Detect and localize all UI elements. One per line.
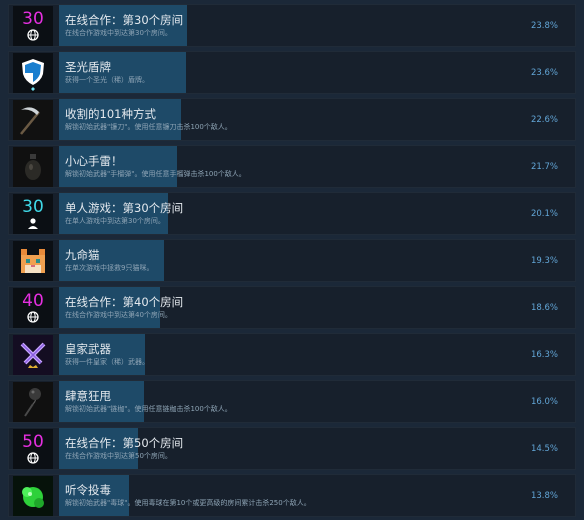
icon-number: 50 bbox=[22, 432, 44, 452]
achievement-description: 获得一件皇家（稀）武器。 bbox=[65, 358, 149, 366]
icon-number: 30 bbox=[22, 9, 44, 29]
achievement-description: 解锁初始武器"镰刀"。使用任意镰刀击杀100个敌人。 bbox=[65, 123, 232, 131]
unlock-percentage: 19.3% bbox=[530, 256, 558, 266]
unlock-percentage: 18.6% bbox=[530, 303, 558, 313]
achievement-title: 单人游戏：第30个房间 bbox=[65, 201, 184, 215]
unlock-percentage: 23.6% bbox=[530, 68, 558, 78]
achievement-title: 肆意狂甩 bbox=[65, 389, 111, 403]
achievement-title: 在线合作：第50个房间 bbox=[65, 436, 184, 450]
achievement-description: 在单人游戏中到达第30个房间。 bbox=[65, 217, 165, 225]
achievement-description: 在线合作游戏中到达第50个房间。 bbox=[65, 452, 172, 460]
grenade-icon bbox=[13, 147, 53, 187]
achievement-row[interactable]: 肆意狂甩 解锁初始武器"链枷"。使用任意链枷击杀100个敌人。 16.0% bbox=[8, 380, 576, 423]
unlock-percentage: 16.0% bbox=[530, 397, 558, 407]
achievement-description: 获得一个圣光（稀）盾牌。 bbox=[65, 76, 149, 84]
achievement-row[interactable]: 小心手雷！ 解锁初始武器"手榴弹"。使用任意手榴弹击杀100个敌人。 21.7% bbox=[8, 145, 576, 188]
achievement-row[interactable]: 圣光盾牌 获得一个圣光（稀）盾牌。 23.6% bbox=[8, 51, 576, 94]
achievement-description: 解锁初始武器"链枷"。使用任意链枷击杀100个敌人。 bbox=[65, 405, 232, 413]
achievement-list: 30 在线合作：第30个房间 在线合作游戏中到达第30个房间。 23.8% 圣光… bbox=[0, 0, 584, 520]
unlock-percentage: 22.6% bbox=[530, 115, 558, 125]
achievement-description: 在单次游戏中拯救9只猫咪。 bbox=[65, 264, 154, 272]
achievement-title: 听令投毒 bbox=[65, 483, 111, 497]
unlock-percentage: 21.7% bbox=[530, 162, 558, 172]
achievement-title: 小心手雷！ bbox=[65, 154, 123, 168]
icon-number: 30 bbox=[22, 197, 44, 217]
achievement-description: 在线合作游戏中到达第40个房间。 bbox=[65, 311, 172, 319]
achievement-row[interactable]: 30 单人游戏：第30个房间 在单人游戏中到达第30个房间。 20.1% bbox=[8, 192, 576, 235]
unlock-percentage: 16.3% bbox=[530, 350, 558, 360]
unlock-percentage: 23.8% bbox=[530, 21, 558, 31]
achievement-title: 在线合作：第30个房间 bbox=[65, 13, 184, 27]
achievement-row[interactable]: 九命猫 在单次游戏中拯救9只猫咪。 19.3% bbox=[8, 239, 576, 282]
achievement-row[interactable]: 皇家武器 获得一件皇家（稀）武器。 16.3% bbox=[8, 333, 576, 376]
poison-orb-icon bbox=[13, 476, 53, 516]
achievement-title: 皇家武器 bbox=[65, 342, 111, 356]
room-30-online-icon: 30 bbox=[13, 6, 53, 46]
achievement-row[interactable]: 40 在线合作：第40个房间 在线合作游戏中到达第40个房间。 18.6% bbox=[8, 286, 576, 329]
holy-shield-icon bbox=[13, 53, 53, 93]
room-40-online-icon: 40 bbox=[13, 288, 53, 328]
unlock-percentage: 13.8% bbox=[530, 491, 558, 501]
achievement-description: 解锁初始武器"手榴弹"。使用任意手榴弹击杀100个敌人。 bbox=[65, 170, 246, 178]
achievement-row[interactable]: 50 在线合作：第50个房间 在线合作游戏中到达第50个房间。 14.5% bbox=[8, 427, 576, 470]
pixel-cat-icon bbox=[13, 241, 53, 281]
achievement-title: 收割的101种方式 bbox=[65, 107, 156, 121]
achievement-description: 解锁初始武器"毒球"。使用毒球在第10个或更高级的房间累计击杀250个敌人。 bbox=[65, 499, 311, 507]
achievement-title: 圣光盾牌 bbox=[65, 60, 111, 74]
unlock-percentage: 14.5% bbox=[530, 444, 558, 454]
room-50-online-icon: 50 bbox=[13, 429, 53, 469]
royal-weapon-icon bbox=[13, 335, 53, 375]
achievement-title: 九命猫 bbox=[65, 248, 100, 262]
unlock-percentage: 20.1% bbox=[530, 209, 558, 219]
icon-number: 40 bbox=[22, 291, 44, 311]
achievement-row[interactable]: 听令投毒 解锁初始武器"毒球"。使用毒球在第10个或更高级的房间累计击杀250个… bbox=[8, 474, 576, 517]
achievement-title: 在线合作：第40个房间 bbox=[65, 295, 184, 309]
room-30-solo-icon: 30 bbox=[13, 194, 53, 234]
flail-icon bbox=[13, 382, 53, 422]
achievement-description: 在线合作游戏中到达第30个房间。 bbox=[65, 29, 172, 37]
achievement-row[interactable]: 30 在线合作：第30个房间 在线合作游戏中到达第30个房间。 23.8% bbox=[8, 4, 576, 47]
scythe-icon bbox=[13, 100, 53, 140]
achievement-row[interactable]: 收割的101种方式 解锁初始武器"镰刀"。使用任意镰刀击杀100个敌人。 22.… bbox=[8, 98, 576, 141]
